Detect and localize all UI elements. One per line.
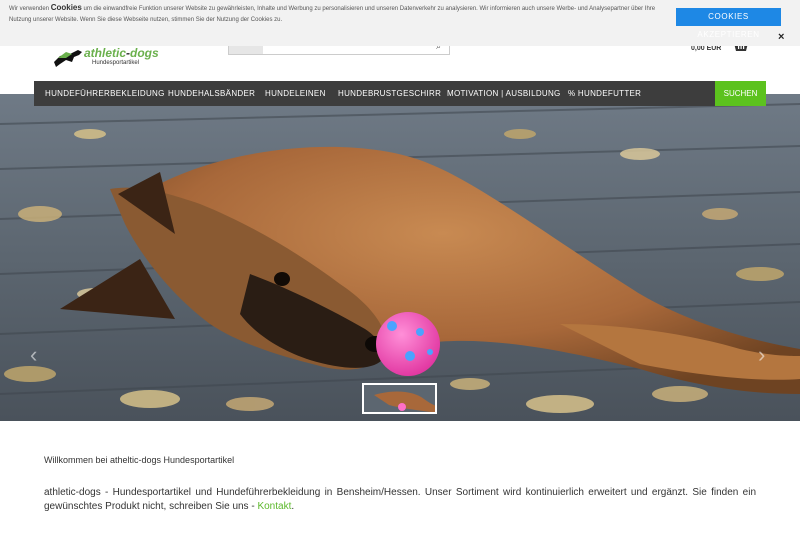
intro-paragraph: athletic-dogs - Hundesportartikel und Hu… xyxy=(44,486,756,514)
main-navigation: HUNDEFÜHRERBEKLEIDUNG HUNDEHALSBÄNDER HU… xyxy=(34,81,766,106)
cookie-text-start: Wir verwenden xyxy=(9,6,51,12)
slider-prev-arrow[interactable]: ‹ xyxy=(30,342,37,368)
site-logo[interactable]: athletic-dogs Hundesportartikel xyxy=(52,44,162,70)
search-button[interactable]: SUCHEN xyxy=(715,81,766,106)
cookie-notice-text: Wir verwenden Cookies um die einwandfrei… xyxy=(9,2,669,26)
hero-dog-image xyxy=(0,94,800,421)
accept-cookies-button[interactable]: COOKIES AKZEPTIEREN xyxy=(676,8,781,39)
intro-text: athletic-dogs - Hundesportartikel und Hu… xyxy=(44,487,756,512)
cookie-bar: Wir verwenden Cookies um die einwandfrei… xyxy=(0,0,800,46)
dog-logo-icon xyxy=(54,50,82,67)
intro-end: . xyxy=(291,501,295,512)
hero-slider[interactable]: ‹ › xyxy=(0,94,800,421)
cart-total[interactable]: 0,00 EUR xyxy=(691,45,721,52)
slider-next-arrow[interactable]: › xyxy=(758,342,765,368)
logo-tagline: Hundesportartikel xyxy=(92,60,140,66)
nav-item-hundefuehrerbekleidung[interactable]: HUNDEFÜHRERBEKLEIDUNG xyxy=(45,81,165,106)
slider-thumbnail[interactable] xyxy=(362,383,437,414)
thumbnail-image xyxy=(364,385,435,412)
logo-wordmark: athletic-dogs xyxy=(84,46,159,60)
contact-link[interactable]: Kontakt xyxy=(257,501,291,512)
welcome-heading: Willkommen bei atheltic-dogs Hundesporta… xyxy=(44,455,235,465)
nav-item-hundefutter[interactable]: % HUNDEFUTTER xyxy=(568,81,641,106)
nav-item-hundebrustgeschirr[interactable]: HUNDEBRUSTGESCHIRR xyxy=(338,81,441,106)
nav-item-hundeleinen[interactable]: HUNDELEINEN xyxy=(265,81,326,106)
nav-item-hundehalsbaender[interactable]: HUNDEHALSBÄNDER xyxy=(168,81,255,106)
cookie-text-rest: um die einwandfreie Funktion unserer Web… xyxy=(9,6,656,23)
nav-item-motivation-ausbildung[interactable]: MOTIVATION | AUSBILDUNG xyxy=(447,81,561,106)
cookie-highlight: Cookies xyxy=(50,3,82,12)
close-icon[interactable]: × xyxy=(778,31,784,43)
